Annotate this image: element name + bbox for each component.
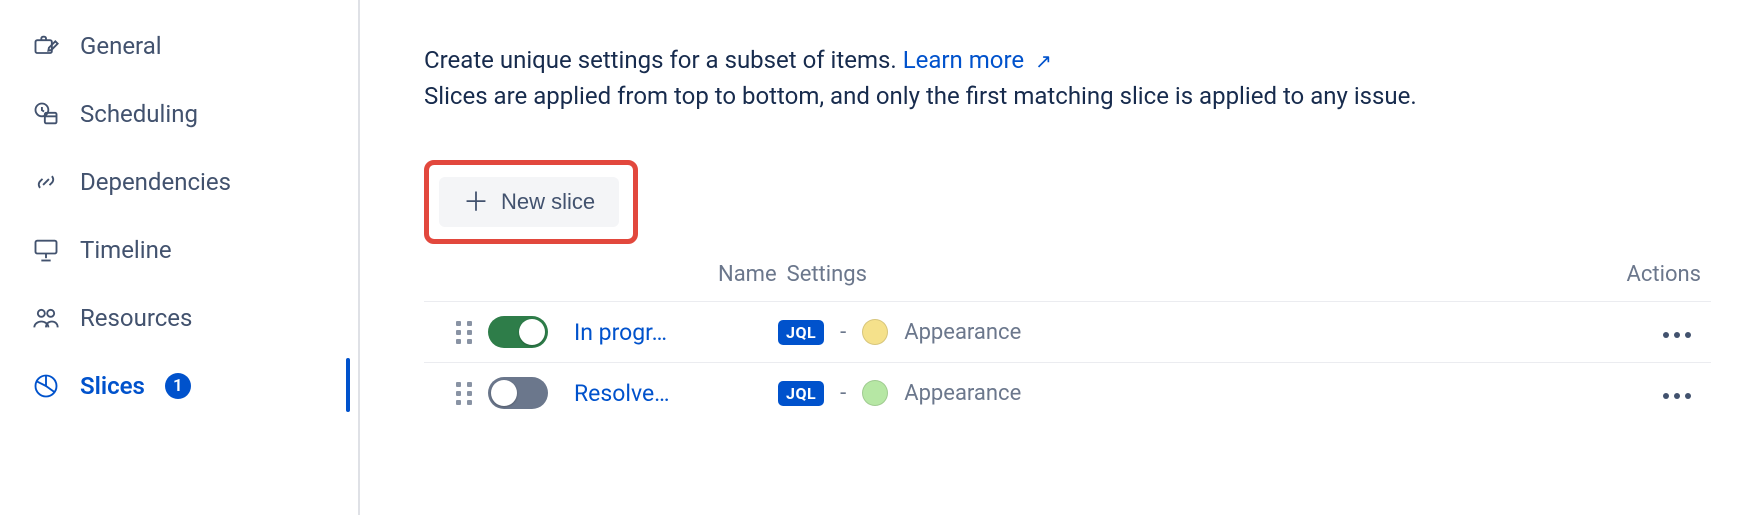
col-header-actions: Actions <box>1541 262 1711 287</box>
sidebar-item-label: Scheduling <box>80 100 198 128</box>
pie-icon <box>30 370 62 402</box>
sidebar-item-label: Dependencies <box>80 168 231 196</box>
new-slice-label: New slice <box>501 189 595 215</box>
external-link-icon: ↗ <box>1030 49 1052 73</box>
intro-prefix: Create unique settings for a subset of i… <box>424 46 903 74</box>
clock-calendar-icon <box>30 98 62 130</box>
sidebar-item-general[interactable]: General <box>30 20 350 72</box>
learn-more-link[interactable]: Learn more <box>903 46 1024 74</box>
sidebar-item-label: General <box>80 32 162 60</box>
sidebar-item-scheduling[interactable]: Scheduling <box>30 88 350 140</box>
sidebar-item-slices[interactable]: Slices 1 <box>30 360 350 412</box>
new-slice-button[interactable]: ＋ New slice <box>439 177 619 227</box>
slice-name-link[interactable]: In progr… <box>574 319 667 346</box>
separator-dash: - <box>840 381 846 406</box>
setting-label: Appearance <box>904 320 1021 345</box>
row-actions-button[interactable] <box>1541 385 1701 407</box>
active-indicator <box>346 358 350 412</box>
intro-text: Create unique settings for a subset of i… <box>424 42 1664 114</box>
link-icon <box>30 166 62 198</box>
jql-tag: JQL <box>778 381 824 406</box>
sidebar: General Scheduling Dependencies Timeline <box>0 0 360 515</box>
sidebar-item-timeline[interactable]: Timeline <box>30 224 350 276</box>
separator-dash: - <box>840 320 846 345</box>
slice-name-link[interactable]: Resolve… <box>574 380 670 407</box>
intro-suffix: Slices are applied from top to bottom, a… <box>424 82 1417 110</box>
col-header-name: Name <box>568 262 777 287</box>
sidebar-item-label: Slices <box>80 372 145 400</box>
appearance-color-dot <box>862 319 888 345</box>
plus-icon: ＋ <box>463 189 489 215</box>
table-row: In progr… JQL - Appearance <box>424 301 1711 362</box>
jql-tag: JQL <box>778 320 824 345</box>
table-header: Name Settings Actions <box>424 256 1711 301</box>
people-icon <box>30 302 62 334</box>
row-actions-button[interactable] <box>1541 324 1701 346</box>
drag-handle-icon[interactable] <box>452 318 476 346</box>
sidebar-item-label: Timeline <box>80 236 172 264</box>
col-header-settings: Settings <box>777 262 1541 287</box>
slice-enabled-toggle[interactable] <box>488 316 548 348</box>
sidebar-item-resources[interactable]: Resources <box>30 292 350 344</box>
table-row: Resolve… JQL - Appearance <box>424 362 1711 423</box>
slices-count-badge: 1 <box>165 373 191 399</box>
slices-table: Name Settings Actions In progr… <box>424 256 1711 423</box>
slice-enabled-toggle[interactable] <box>488 377 548 409</box>
sidebar-item-dependencies[interactable]: Dependencies <box>30 156 350 208</box>
main-panel: Create unique settings for a subset of i… <box>360 0 1751 515</box>
new-slice-highlight: ＋ New slice <box>424 160 638 244</box>
sidebar-item-label: Resources <box>80 304 192 332</box>
drag-handle-icon[interactable] <box>452 379 476 407</box>
presentation-icon <box>30 234 62 266</box>
briefcase-edit-icon <box>30 30 62 62</box>
appearance-color-dot <box>862 380 888 406</box>
setting-label: Appearance <box>904 381 1021 406</box>
